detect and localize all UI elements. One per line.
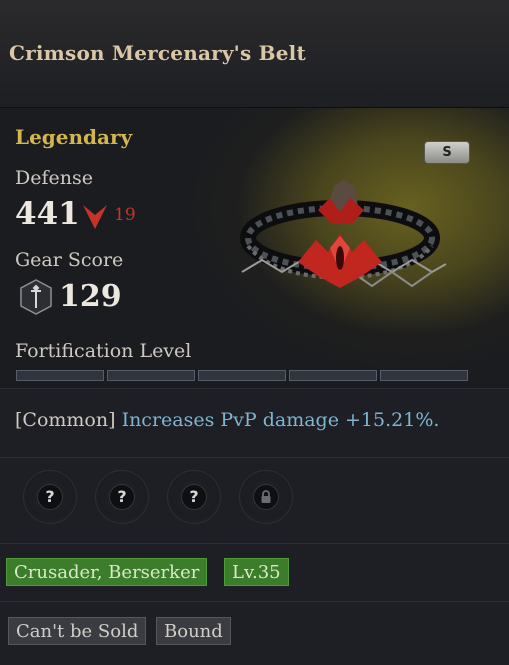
effect-prefix: [Common] xyxy=(15,409,116,431)
fortification-label: Fortification Level xyxy=(15,340,192,362)
bound-tag: Bound xyxy=(156,617,231,645)
tier-badge: S xyxy=(424,141,470,164)
fortification-segment xyxy=(198,370,286,381)
trade-section: Can't be Sold Bound xyxy=(0,601,509,665)
gear-score-label: Gear Score xyxy=(15,249,124,271)
fortification-segment xyxy=(380,370,468,381)
item-header: Crimson Mercenary's Belt xyxy=(0,0,509,107)
fortification-segment xyxy=(289,370,377,381)
item-name: Crimson Mercenary's Belt xyxy=(9,41,306,65)
item-grade: Legendary xyxy=(15,125,133,149)
fortification-segment xyxy=(16,370,104,381)
gear-score-value: 129 xyxy=(59,279,122,314)
question-icon: ? xyxy=(110,485,134,509)
level-tag: Lv.35 xyxy=(224,558,289,586)
question-icon: ? xyxy=(38,485,62,509)
effect-line: [Common] Increases PvP damage +15.21%. xyxy=(15,409,439,431)
belt-item-image xyxy=(240,180,447,288)
gear-score-shield-icon xyxy=(20,279,52,315)
lock-icon xyxy=(254,485,278,509)
socket-slot-2[interactable]: ? xyxy=(95,470,149,524)
class-tag: Crusader, Berserker xyxy=(6,558,208,586)
socket-section: ? ? ? xyxy=(0,457,509,544)
class-section: Crusader, Berserker Lv.35 xyxy=(0,543,509,602)
defense-diff: 19 xyxy=(114,205,136,225)
decrease-arrow-icon xyxy=(83,205,107,229)
cannot-sell-tag: Can't be Sold xyxy=(8,617,147,645)
question-icon: ? xyxy=(182,485,206,509)
effect-text: Increases PvP damage +15.21%. xyxy=(121,409,440,431)
item-stats-panel: Legendary Defense 441 19 Gear Score 129 … xyxy=(0,107,509,389)
socket-slot-3[interactable]: ? xyxy=(167,470,221,524)
fortification-segment xyxy=(107,370,195,381)
socket-slot-4-locked[interactable] xyxy=(239,470,293,524)
socket-slot-1[interactable]: ? xyxy=(23,470,77,524)
defense-value: 441 xyxy=(15,196,80,232)
defense-label: Defense xyxy=(15,167,93,189)
effect-section: [Common] Increases PvP damage +15.21%. xyxy=(0,388,509,458)
